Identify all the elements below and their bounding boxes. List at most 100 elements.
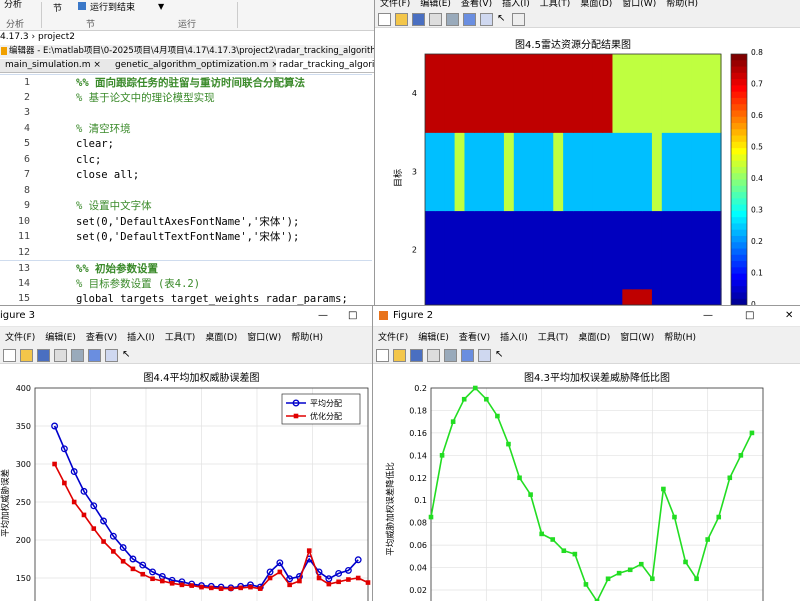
pointer-icon[interactable]: ↖ (122, 349, 133, 360)
code-line[interactable]: 15 global targets target_weights radar_pa… (0, 291, 372, 305)
tab-genetic-algorithm[interactable]: genetic_algorithm_optimization.m × (112, 59, 282, 72)
data-point (218, 586, 224, 591)
print-icon[interactable] (427, 349, 440, 362)
heatmap-cell (642, 132, 653, 212)
legend-icon[interactable] (480, 13, 493, 26)
link-plot-icon[interactable] (446, 13, 459, 26)
menu-insert[interactable]: 插入(I) (495, 331, 533, 345)
pointer-icon[interactable]: ↖ (497, 13, 508, 24)
colorbar-icon[interactable] (463, 13, 476, 26)
open-icon[interactable] (395, 13, 408, 26)
new-figure-icon[interactable] (378, 13, 391, 26)
code-line[interactable]: 3 (0, 105, 372, 121)
maximize-button[interactable]: □ (745, 306, 754, 326)
legend-icon[interactable] (105, 349, 118, 362)
menu-tools[interactable]: 工具(T) (160, 331, 201, 345)
code-line[interactable]: 10 set(0,'DefaultAxesFontName','宋体'); (0, 214, 372, 230)
breadcrumb[interactable]: 4.17.3 › project2 (0, 31, 374, 44)
code-line[interactable]: 12 (0, 245, 372, 261)
menu-help[interactable]: 帮助(H) (659, 331, 701, 345)
heatmap-cell (582, 288, 594, 305)
menu-desktop[interactable]: 桌面(D) (573, 331, 615, 345)
code-line[interactable]: 2 % 基于论文中的理论模型实现 (0, 90, 372, 106)
colorbar-segment (731, 60, 747, 68)
menu-insert[interactable]: 插入(I) (122, 331, 160, 345)
colorbar-segment (731, 254, 747, 262)
colorbar-segment (731, 217, 747, 225)
run-to-end-button[interactable]: 运行到结束 (90, 0, 135, 13)
link-plot-icon[interactable] (444, 349, 457, 362)
tab-main-simulation[interactable]: main_simulation.m × (2, 59, 104, 72)
minimize-button[interactable]: — (703, 306, 713, 326)
code-line[interactable]: 9 % 设置中文字体 (0, 198, 372, 214)
save-icon[interactable] (37, 349, 50, 362)
colorbar-icon[interactable] (461, 349, 474, 362)
save-icon[interactable] (412, 13, 425, 26)
print-icon[interactable] (54, 349, 67, 362)
breadcrumb-project[interactable]: project2 (38, 32, 75, 42)
menu-tools[interactable]: 工具(T) (535, 0, 576, 11)
heatmap-cell (711, 132, 722, 212)
heatmap-cell (523, 210, 535, 290)
menu-window[interactable]: 窗口(W) (615, 331, 659, 345)
colorbar-segment (731, 116, 747, 124)
code-line[interactable]: 11 set(0,'DefaultTextFontName','宋体'); (0, 229, 372, 245)
code-line[interactable]: 4 % 清空环境 (0, 121, 372, 137)
print-icon[interactable] (429, 13, 442, 26)
legend-icon[interactable] (478, 349, 491, 362)
menu-desktop[interactable]: 桌面(D) (575, 0, 617, 11)
menu-view[interactable]: 查看(V) (456, 0, 497, 11)
code-line[interactable]: 7 close all; (0, 167, 372, 183)
menu-view[interactable]: 查看(V) (454, 331, 495, 345)
colorbar-segment (731, 261, 747, 268)
heatmap-cell (543, 288, 554, 305)
legend-label: 平均分配 (310, 398, 342, 408)
minimize-button[interactable]: — (318, 306, 328, 326)
colorbar-tick-label: 0.3 (751, 206, 763, 215)
menu-edit[interactable]: 编辑(E) (415, 0, 456, 11)
menu-tools[interactable]: 工具(T) (533, 331, 574, 345)
close-icon[interactable]: × (93, 60, 101, 70)
open-icon[interactable] (393, 349, 406, 362)
code-line[interactable]: 5 clear; (0, 136, 372, 152)
maximize-button[interactable]: □ (348, 306, 357, 326)
menu-file[interactable]: 文件(F) (373, 331, 413, 345)
tab-radar-tracking[interactable]: radar_tracking_algori (276, 59, 374, 72)
menu-file[interactable]: 文件(F) (375, 0, 415, 11)
code-line[interactable]: 8 (0, 183, 372, 199)
new-figure-icon[interactable] (376, 349, 389, 362)
ribbon-group-section: 节 (86, 20, 96, 30)
code-line[interactable]: 13%% 初始参数设置 (0, 260, 372, 277)
code-line[interactable]: 6 clc; (0, 152, 372, 168)
save-icon[interactable] (410, 349, 423, 362)
menu-edit[interactable]: 编辑(E) (413, 331, 454, 345)
menu-file[interactable]: 文件(F) (0, 331, 40, 345)
menu-edit[interactable]: 编辑(E) (40, 331, 81, 345)
menu-help[interactable]: 帮助(H) (661, 0, 703, 11)
pointer-icon[interactable]: ↖ (495, 349, 506, 360)
colorbar-segment (731, 154, 747, 162)
new-figure-icon[interactable] (3, 349, 16, 362)
heatmap-cell (513, 54, 525, 133)
heatmap-cell (503, 288, 515, 305)
ribbon-analyze[interactable]: 分析 (4, 0, 22, 10)
menu-window[interactable]: 窗口(W) (617, 0, 661, 11)
menu-help[interactable]: 帮助(H) (286, 331, 328, 345)
code-area[interactable]: 1%% 面向跟踪任务的驻留与重访时间联合分配算法 2 % 基于论文中的理论模型实现 3… (0, 73, 374, 305)
chevron-down-icon[interactable]: ▼ (158, 2, 164, 11)
ribbon-section-label[interactable]: 节 (53, 1, 62, 14)
run-to-end-icon[interactable] (78, 2, 86, 10)
menu-insert[interactable]: 插入(I) (497, 0, 535, 11)
breadcrumb-version[interactable]: 4.17.3 (0, 32, 29, 42)
menu-view[interactable]: 查看(V) (81, 331, 122, 345)
close-button[interactable]: ✕ (785, 306, 793, 326)
y-tick-label: 250 (16, 498, 31, 507)
link-plot-icon[interactable] (71, 349, 84, 362)
code-line[interactable]: 1%% 面向跟踪任务的驻留与重访时间联合分配算法 (0, 74, 372, 91)
datatip-icon[interactable] (512, 13, 525, 26)
code-line[interactable]: 14 % 目标参数设置 (表4.2) (0, 276, 372, 292)
menu-window[interactable]: 窗口(W) (242, 331, 286, 345)
colorbar-icon[interactable] (88, 349, 101, 362)
open-icon[interactable] (20, 349, 33, 362)
menu-desktop[interactable]: 桌面(D) (200, 331, 242, 345)
